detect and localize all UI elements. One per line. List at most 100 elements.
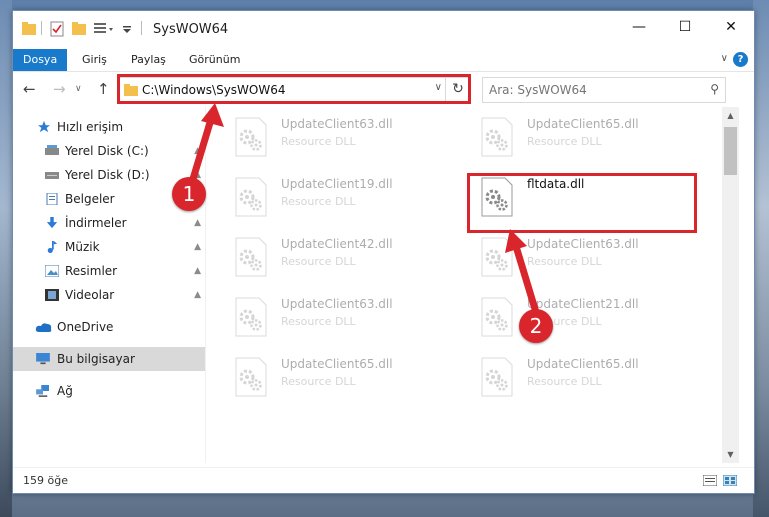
- download-icon: [46, 217, 58, 229]
- pin-icon: ▲: [194, 218, 201, 228]
- sidebar-item-network[interactable]: Ağ: [13, 379, 205, 403]
- tab-giris[interactable]: Giriş: [72, 49, 117, 71]
- sidebar-item-onedrive[interactable]: OneDrive: [13, 315, 205, 339]
- help-icon[interactable]: ?: [733, 52, 748, 67]
- step-2-badge: 2: [519, 309, 553, 343]
- tab-gorunum[interactable]: Görünüm: [179, 49, 250, 71]
- sidebar-item-label: Ağ: [57, 384, 73, 398]
- file-type: Resource DLL: [527, 255, 602, 268]
- scroll-down-icon[interactable]: ▼: [722, 446, 739, 463]
- search-box[interactable]: ⚲: [482, 77, 726, 103]
- customize-view-icon[interactable]: [93, 20, 115, 38]
- file-type: Resource DLL: [281, 375, 356, 388]
- sidebar-item-label: Yerel Disk (D:): [65, 168, 150, 182]
- sidebar-item-quick-access[interactable]: Hızlı erişim: [13, 115, 205, 139]
- back-arrow-icon[interactable]: ←: [23, 80, 36, 98]
- drive-icon: [45, 172, 59, 179]
- sidebar-item-label: Bu bilgisayar: [57, 352, 135, 366]
- file-item[interactable]: UpdateClient65.dll Resource DLL: [459, 351, 689, 399]
- sidebar-item-label: Belgeler: [65, 192, 115, 206]
- pin-icon: ▲: [194, 290, 201, 300]
- explorer-window: SysWOW64 — ☐ ✕ Dosya Giriş Paylaş Görünü…: [12, 10, 755, 494]
- dll-file-icon: [235, 117, 267, 157]
- dll-file-icon: [481, 297, 513, 337]
- title-separator: [141, 21, 142, 35]
- forward-arrow-icon[interactable]: →: [53, 80, 66, 98]
- address-highlight-box: [117, 74, 471, 104]
- file-highlight-box: [467, 173, 697, 233]
- maximize-button[interactable]: ☐: [662, 11, 708, 43]
- sidebar-item-downloads[interactable]: İndirmeler ▲: [13, 211, 205, 235]
- file-item[interactable]: UpdateClient21.dll Resource DLL: [459, 291, 689, 339]
- new-folder-icon[interactable]: [71, 20, 87, 38]
- scroll-up-icon[interactable]: ▲: [722, 107, 739, 124]
- desktop-background-right: [753, 0, 769, 517]
- sidebar-item-label: Müzik: [65, 240, 100, 254]
- dll-file-icon: [481, 237, 513, 277]
- music-icon: [47, 241, 58, 253]
- file-type: Resource DLL: [281, 315, 356, 328]
- dll-file-icon: [481, 117, 513, 157]
- pin-icon: ▲: [194, 266, 201, 276]
- file-type: Resource DLL: [281, 135, 356, 148]
- file-item[interactable]: UpdateClient42.dll Resource DLL: [213, 231, 443, 279]
- minimize-button[interactable]: —: [616, 11, 662, 43]
- file-name: UpdateClient63.dll: [527, 237, 639, 251]
- sidebar-item-music[interactable]: Müzik ▲: [13, 235, 205, 259]
- sidebar-item-this-pc[interactable]: Bu bilgisayar: [13, 347, 205, 371]
- dll-file-icon: [235, 177, 267, 217]
- recent-locations-icon[interactable]: ∨: [75, 84, 82, 94]
- videos-icon: [45, 289, 59, 301]
- tab-dosya[interactable]: Dosya: [13, 49, 67, 71]
- sidebar-item-local-disk-c[interactable]: Yerel Disk (C:) ▲: [13, 139, 205, 163]
- details-view-icon[interactable]: [703, 475, 717, 486]
- file-name: UpdateClient63.dll: [281, 297, 393, 311]
- file-name: UpdateClient19.dll: [281, 177, 393, 191]
- documents-icon: [46, 193, 58, 205]
- file-name: UpdateClient65.dll: [527, 117, 639, 131]
- tab-paylas[interactable]: Paylaş: [121, 49, 176, 71]
- large-icons-view-icon[interactable]: [723, 475, 737, 486]
- close-button[interactable]: ✕: [708, 11, 754, 43]
- sidebar-item-label: Resimler: [65, 264, 118, 278]
- sidebar-item-label: Yerel Disk (C:): [65, 144, 149, 158]
- file-item[interactable]: UpdateClient63.dll Resource DLL: [213, 291, 443, 339]
- sidebar-item-label: OneDrive: [57, 320, 114, 334]
- status-bar: 159 öğe: [13, 467, 754, 494]
- navigation-pane: Hızlı erişim Yerel Disk (C:) ▲ Yerel Dis…: [13, 111, 205, 461]
- step-1-badge: 1: [172, 177, 206, 211]
- ribbon-tabs: Dosya Giriş Paylaş Görünüm ∨ ?: [13, 49, 754, 72]
- pin-icon: ▲: [194, 242, 201, 252]
- star-icon: [38, 121, 50, 133]
- file-item[interactable]: UpdateClient19.dll Resource DLL: [213, 171, 443, 219]
- folder-icon[interactable]: [21, 20, 37, 38]
- sidebar-item-label: Videolar: [65, 288, 115, 302]
- file-item[interactable]: UpdateClient65.dll Resource DLL: [459, 111, 689, 159]
- file-list: UpdateClient63.dll Resource DLL UpdateClie…: [213, 107, 721, 463]
- desktop-background-left: [0, 0, 12, 517]
- expand-ribbon-icon[interactable]: ∨: [721, 53, 728, 64]
- dll-file-icon: [235, 297, 267, 337]
- vertical-scrollbar[interactable]: ▲ ▼: [722, 107, 739, 463]
- file-name: UpdateClient63.dll: [281, 117, 393, 131]
- computer-icon: [36, 353, 50, 365]
- sidebar-item-pictures[interactable]: Resimler ▲: [13, 259, 205, 283]
- drive-icon: [45, 145, 59, 155]
- file-item[interactable]: UpdateClient65.dll Resource DLL: [213, 351, 443, 399]
- sidebar-item-videos[interactable]: Videolar ▲: [13, 283, 205, 307]
- file-item[interactable]: UpdateClient63.dll Resource DLL: [459, 231, 689, 279]
- file-item[interactable]: UpdateClient63.dll Resource DLL: [213, 111, 443, 159]
- file-type: Resource DLL: [281, 255, 356, 268]
- up-arrow-icon[interactable]: ↑: [97, 80, 110, 98]
- scroll-thumb[interactable]: [724, 127, 737, 175]
- file-type: Resource DLL: [527, 375, 602, 388]
- item-count: 159 öğe: [23, 474, 68, 487]
- file-name: UpdateClient65.dll: [527, 357, 639, 371]
- file-name: UpdateClient42.dll: [281, 237, 393, 251]
- search-input[interactable]: [487, 80, 701, 100]
- search-icon[interactable]: ⚲: [710, 82, 719, 96]
- file-name: UpdateClient65.dll: [281, 357, 393, 371]
- properties-icon[interactable]: [49, 20, 65, 38]
- qa-dropdown-icon[interactable]: [121, 20, 133, 38]
- file-type: Resource DLL: [527, 135, 602, 148]
